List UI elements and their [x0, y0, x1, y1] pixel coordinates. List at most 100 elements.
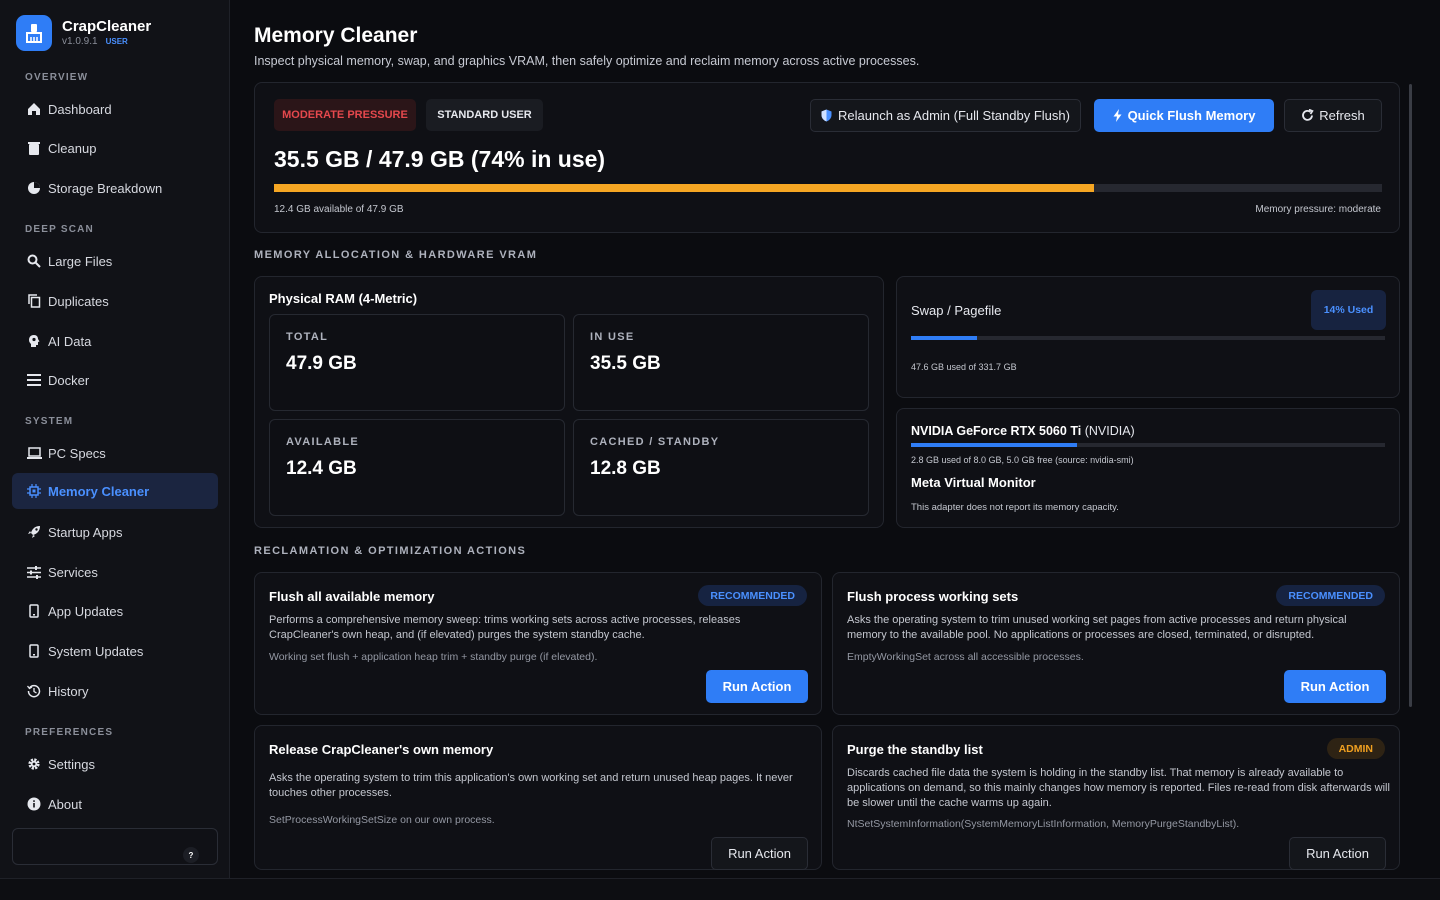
vram-usage-bar: [911, 443, 1385, 447]
run-action-button[interactable]: Run Action: [706, 670, 808, 703]
section-deep-scan: DEEP SCAN: [25, 224, 94, 235]
quick-flush-button[interactable]: Quick Flush Memory: [1094, 99, 1274, 132]
sidebar: CrapCleaner v1.0.9.1 USER OVERVIEW Dashbo…: [0, 0, 230, 878]
sidebar-item-memory-cleaner[interactable]: Memory Cleaner: [12, 473, 218, 509]
sidebar-item-label: About: [48, 796, 82, 812]
list-icon: [26, 372, 42, 388]
sidebar-item-label: Services: [48, 564, 98, 580]
sidebar-item-label: Large Files: [48, 253, 113, 269]
available-text: 12.4 GB available of 47.9 GB: [274, 204, 404, 215]
phone-icon: [26, 643, 42, 659]
gpu-card: NVIDIA GeForce RTX 5060 Ti (NVIDIA) 2.8 …: [896, 408, 1400, 528]
sidebar-item-history[interactable]: History: [12, 673, 218, 709]
sidebar-item-label: Dashboard: [48, 101, 112, 117]
relaunch-admin-label: Relaunch as Admin (Full Standby Flush): [838, 108, 1070, 123]
sidebar-item-settings[interactable]: Settings: [12, 746, 218, 782]
physical-ram-title: Physical RAM (4-Metric): [269, 291, 418, 306]
sidebar-item-docker[interactable]: Docker: [12, 362, 218, 398]
app-logo-icon: [16, 15, 52, 51]
swap-detail: 47.6 GB used of 331.7 GB: [911, 362, 1017, 372]
vram-usage-fill: [911, 443, 1077, 447]
metric-cached-standby: CACHED / STANDBY 12.8 GB: [573, 419, 869, 516]
monitor-detail: This adapter does not report its memory …: [911, 502, 1119, 513]
memory-overview-card: MODERATE PRESSURE STANDARD USER Relaunch…: [254, 82, 1400, 233]
section-overview: OVERVIEW: [25, 72, 89, 83]
action-note: SetProcessWorkingSetSize on our own proc…: [269, 814, 495, 826]
phone-icon: [26, 603, 42, 619]
sidebar-item-label: Settings: [48, 756, 95, 772]
relaunch-admin-button[interactable]: Relaunch as Admin (Full Standby Flush): [810, 99, 1081, 132]
swap-card: Swap / Pagefile 14% Used 47.6 GB used of…: [896, 276, 1400, 398]
action-description: Asks the operating system to trim this a…: [269, 772, 793, 799]
sidebar-item-startup-apps[interactable]: Startup Apps: [12, 514, 218, 550]
memory-headline: 35.5 GB / 47.9 GB (74% in use): [274, 146, 606, 172]
user-badge: STANDARD USER: [426, 99, 543, 131]
sidebar-item-pc-specs[interactable]: PC Specs: [12, 435, 218, 471]
run-action-button[interactable]: Run Action: [1289, 837, 1386, 870]
action-title: Flush all available memory: [269, 589, 435, 604]
sidebar-item-large-files[interactable]: Large Files: [12, 243, 218, 279]
action-description: Discards cached file data the system is …: [847, 767, 1390, 809]
sidebar-item-label: Docker: [48, 372, 90, 388]
role-badge: USER: [105, 37, 128, 46]
action-note: EmptyWorkingSet across all accessible pr…: [847, 651, 1084, 663]
metric-value: 12.4 GB: [286, 458, 357, 479]
pressure-text: Memory pressure: moderate: [1255, 204, 1381, 215]
gpu-detail: 2.8 GB used of 8.0 GB, 5.0 GB free (sour…: [911, 455, 1134, 465]
sidebar-item-about[interactable]: About: [12, 786, 218, 822]
sidebar-item-duplicates[interactable]: Duplicates: [12, 283, 218, 319]
metric-value: 47.9 GB: [286, 353, 357, 374]
trash-icon: [26, 140, 42, 156]
quick-flush-label: Quick Flush Memory: [1127, 108, 1256, 123]
metric-label: IN USE: [590, 331, 635, 343]
memory-usage-fill: [274, 184, 1094, 192]
sidebar-item-app-updates[interactable]: App Updates: [12, 593, 218, 629]
sidebar-item-label: Duplicates: [48, 293, 109, 309]
help-box[interactable]: ?: [12, 828, 218, 865]
action-card-purge-standby: Purge the standby list ADMIN Discards ca…: [832, 725, 1400, 870]
sidebar-item-ai-data[interactable]: AI Data: [12, 323, 218, 359]
help-icon[interactable]: ?: [183, 847, 199, 863]
main-content: Memory Cleaner Inspect physical memory, …: [230, 0, 1440, 878]
sidebar-item-services[interactable]: Services: [12, 554, 218, 590]
admin-badge: ADMIN: [1326, 738, 1385, 759]
gpu-name: NVIDIA GeForce RTX 5060 Ti: [911, 424, 1082, 438]
swap-title: Swap / Pagefile: [911, 303, 1002, 318]
monitor-name: Meta Virtual Monitor: [911, 475, 1036, 490]
action-card-release-own-memory: Release CrapCleaner's own memory Asks th…: [254, 725, 822, 870]
metric-label: AVAILABLE: [286, 436, 360, 448]
sidebar-item-storage-breakdown[interactable]: Storage Breakdown: [12, 170, 218, 206]
sidebar-item-dashboard[interactable]: Dashboard: [12, 91, 218, 127]
scrollbar[interactable]: [1409, 84, 1412, 707]
sliders-icon: [26, 564, 42, 580]
action-title: Purge the standby list: [847, 742, 983, 757]
recommended-badge: RECOMMENDED: [698, 585, 807, 606]
sidebar-item-label: App Updates: [48, 603, 124, 619]
swap-usage-bar: [911, 336, 1385, 340]
brand: CrapCleaner v1.0.9.1 USER: [16, 15, 151, 51]
sidebar-item-label: History: [48, 683, 89, 699]
run-action-button[interactable]: Run Action: [711, 837, 808, 870]
sidebar-item-label: Memory Cleaner: [48, 483, 150, 499]
refresh-button[interactable]: Refresh: [1284, 99, 1382, 132]
gpu-vendor: (NVIDIA): [1084, 424, 1135, 438]
pie-icon: [26, 180, 42, 196]
action-note: NtSetSystemInformation(SystemMemoryListI…: [847, 818, 1240, 830]
laptop-icon: [26, 445, 42, 461]
copy-icon: [26, 293, 42, 309]
home-icon: [26, 101, 42, 117]
chip-icon: [26, 483, 42, 499]
swap-usage-fill: [911, 336, 978, 340]
page-title: Memory Cleaner: [254, 24, 418, 47]
metric-total: TOTAL 47.9 GB: [269, 314, 565, 411]
sidebar-item-label: Cleanup: [48, 140, 97, 156]
sidebar-item-label: Storage Breakdown: [48, 180, 163, 196]
sidebar-item-system-updates[interactable]: System Updates: [12, 633, 218, 669]
run-action-button[interactable]: Run Action: [1284, 670, 1386, 703]
pressure-badge: MODERATE PRESSURE: [274, 99, 416, 131]
page-subtitle: Inspect physical memory, swap, and graph…: [254, 54, 920, 68]
sidebar-item-cleanup[interactable]: Cleanup: [12, 130, 218, 166]
metric-value: 35.5 GB: [590, 353, 661, 374]
section-preferences: PREFERENCES: [25, 727, 114, 738]
memory-usage-bar: [274, 184, 1382, 192]
